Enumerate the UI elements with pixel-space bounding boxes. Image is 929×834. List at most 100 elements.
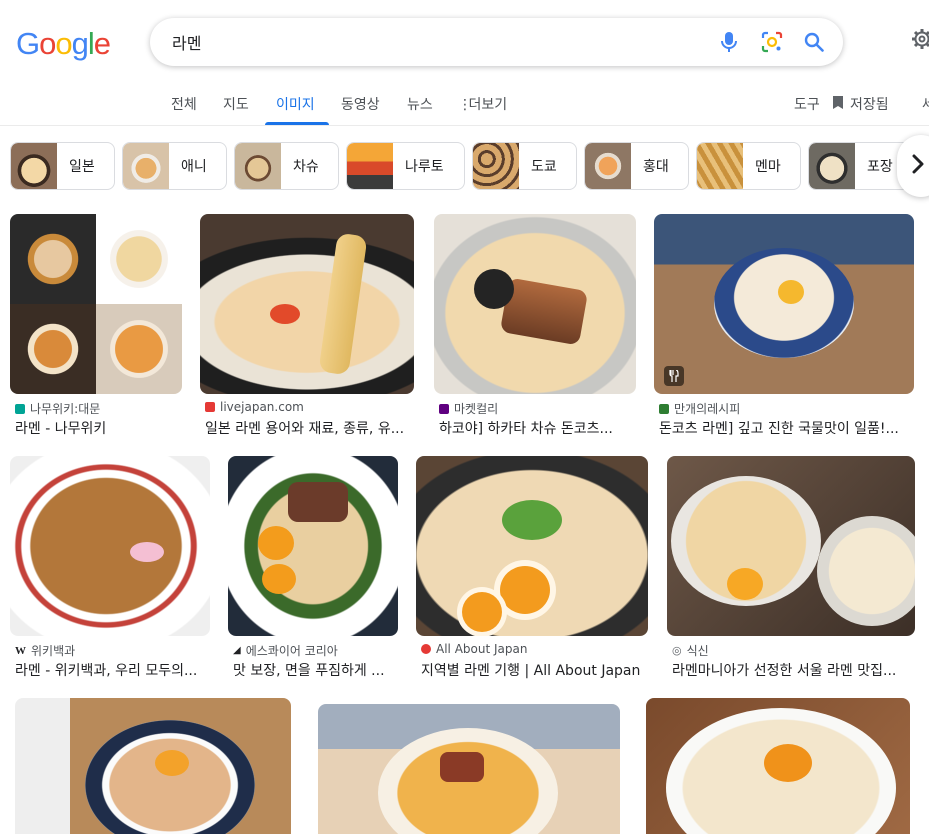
favicon	[421, 644, 431, 654]
result-thumbnail	[200, 214, 414, 394]
active-tab-indicator	[265, 122, 329, 125]
search-input[interactable]	[172, 30, 692, 54]
result-thumbnail	[318, 704, 620, 834]
favicon	[205, 402, 215, 412]
result-title[interactable]: 돈코츠 라멘] 깊고 진한 국물맛이 일품!...	[659, 418, 914, 438]
tools-button[interactable]: 도구	[794, 94, 820, 114]
source-name: 나무위키:대문	[30, 402, 101, 416]
lens-icon[interactable]	[760, 30, 784, 54]
favicon	[659, 403, 669, 414]
chip-naruto[interactable]: 나루토	[346, 142, 465, 190]
chip-thumbnail	[235, 143, 281, 189]
logo-letter: o	[39, 26, 56, 61]
wikipedia-icon: W	[15, 644, 26, 657]
more-vert-icon: ⋮	[458, 97, 472, 113]
tab-maps[interactable]: 지도	[223, 94, 249, 114]
chip-label: 홍대	[643, 159, 669, 175]
result-source: W 위키백과	[15, 642, 75, 659]
mic-icon[interactable]	[717, 30, 741, 54]
image-result[interactable]: 마켓컬리 하코야] 하카타 차슈 돈코츠...	[434, 214, 636, 440]
result-source: 만개의레시피	[659, 400, 740, 417]
search-box	[150, 18, 843, 66]
tab-more-label: 더보기	[468, 97, 508, 113]
safesearch-button[interactable]: 세	[922, 94, 929, 114]
tab-news[interactable]: 뉴스	[407, 94, 433, 114]
chip-label: 나루토	[405, 159, 444, 175]
result-thumbnail	[10, 214, 182, 394]
tab-all[interactable]: 전체	[171, 94, 197, 114]
source-name: 만개의레시피	[674, 402, 741, 416]
bookmark-icon	[832, 95, 844, 114]
result-title[interactable]: 라멘 - 나무위키	[15, 418, 187, 438]
search-tabs: 전체 지도 이미지 동영상 뉴스 ⋮ 더보기 도구 저장됨 세	[0, 88, 929, 126]
chip-thumbnail	[697, 143, 743, 189]
result-thumbnail	[15, 698, 291, 834]
chip-label: 애니	[181, 159, 207, 175]
chip-thumbnail	[585, 143, 631, 189]
source-name: 마켓컬리	[454, 402, 499, 416]
chip-label: 차슈	[293, 159, 319, 175]
image-result[interactable]: All About Japan 지역별 라멘 기행 | All About Ja…	[416, 456, 648, 680]
image-result[interactable]	[15, 698, 291, 834]
google-logo[interactable]: Google	[16, 26, 111, 62]
result-source: 나무위키:대문	[15, 400, 100, 417]
result-source: All About Japan	[421, 642, 527, 656]
chip-thumbnail	[11, 143, 57, 189]
image-result[interactable]: 만개의레시피 돈코츠 라멘] 깊고 진한 국물맛이 일품!...	[654, 214, 914, 440]
image-result[interactable]	[318, 704, 620, 834]
chip-japan[interactable]: 일본	[10, 142, 115, 190]
tab-more[interactable]: ⋮ 더보기	[458, 94, 507, 114]
chips-next-button[interactable]	[897, 135, 929, 197]
chip-menma[interactable]: 멘마	[696, 142, 801, 190]
source-name: 에스콰이어 코리아	[245, 644, 338, 658]
chip-thumbnail	[347, 143, 393, 189]
chip-label: 멘마	[755, 159, 781, 175]
result-thumbnail	[416, 456, 648, 636]
search-icon[interactable]	[802, 30, 826, 54]
saved-button[interactable]: 저장됨	[832, 94, 889, 114]
result-title[interactable]: 일본 라멘 용어와 재료, 종류, 유...	[205, 418, 414, 438]
image-result[interactable]	[646, 698, 910, 834]
chip-label: 도쿄	[531, 159, 557, 175]
chip-label: 일본	[69, 159, 95, 175]
chip-anime[interactable]: 애니	[122, 142, 227, 190]
tab-videos[interactable]: 동영상	[341, 94, 380, 114]
image-result[interactable]: ◎ 식신 라멘마니아가 선정한 서울 라멘 맛집...	[667, 456, 915, 680]
result-thumbnail	[646, 698, 910, 834]
gear-icon[interactable]	[912, 29, 929, 53]
result-title[interactable]: 맛 보장, 면을 푸짐하게 ...	[233, 660, 398, 680]
chip-thumbnail	[123, 143, 169, 189]
logo-letter: o	[55, 26, 72, 61]
result-thumbnail	[228, 456, 398, 636]
result-source: ◎ 식신	[672, 642, 709, 659]
result-title[interactable]: 지역별 라멘 기행 | All About Japan	[421, 660, 648, 680]
source-name: 식신	[686, 644, 709, 658]
result-title[interactable]: 라멘 - 위키백과, 우리 모두의...	[15, 660, 210, 680]
logo-letter: G	[16, 26, 40, 61]
esquire-icon: ◢	[233, 645, 241, 656]
source-name: All About Japan	[436, 642, 528, 656]
chip-hongdae[interactable]: 홍대	[584, 142, 689, 190]
image-result[interactable]: ◢ 에스콰이어 코리아 맛 보장, 면을 푸짐하게 ...	[228, 456, 398, 680]
result-source: ◢ 에스콰이어 코리아	[233, 642, 338, 659]
result-thumbnail	[654, 214, 914, 394]
siksin-icon: ◎	[672, 644, 682, 657]
result-title[interactable]: 하코야] 하카타 차슈 돈코츠...	[439, 418, 634, 438]
chevron-right-icon	[911, 154, 925, 178]
image-result[interactable]: livejapan.com 일본 라멘 용어와 재료, 종류, 유...	[200, 214, 414, 440]
image-result[interactable]: 나무위키:대문 라멘 - 나무위키	[10, 214, 182, 440]
result-thumbnail	[10, 456, 210, 636]
chip-thumbnail	[473, 143, 519, 189]
saved-label: 저장됨	[850, 97, 889, 113]
result-title[interactable]: 라멘마니아가 선정한 서울 라멘 맛집...	[672, 660, 915, 680]
logo-letter: g	[71, 26, 89, 61]
chip-chashu[interactable]: 차슈	[234, 142, 339, 190]
source-name: livejapan.com	[220, 400, 304, 414]
result-source: 마켓컬리	[439, 400, 498, 417]
tab-images[interactable]: 이미지	[276, 94, 315, 114]
chip-tokyo[interactable]: 도쿄	[472, 142, 577, 190]
result-thumbnail	[667, 456, 915, 636]
favicon	[15, 403, 25, 414]
result-thumbnail	[434, 214, 636, 394]
image-result[interactable]: W 위키백과 라멘 - 위키백과, 우리 모두의...	[10, 456, 210, 680]
